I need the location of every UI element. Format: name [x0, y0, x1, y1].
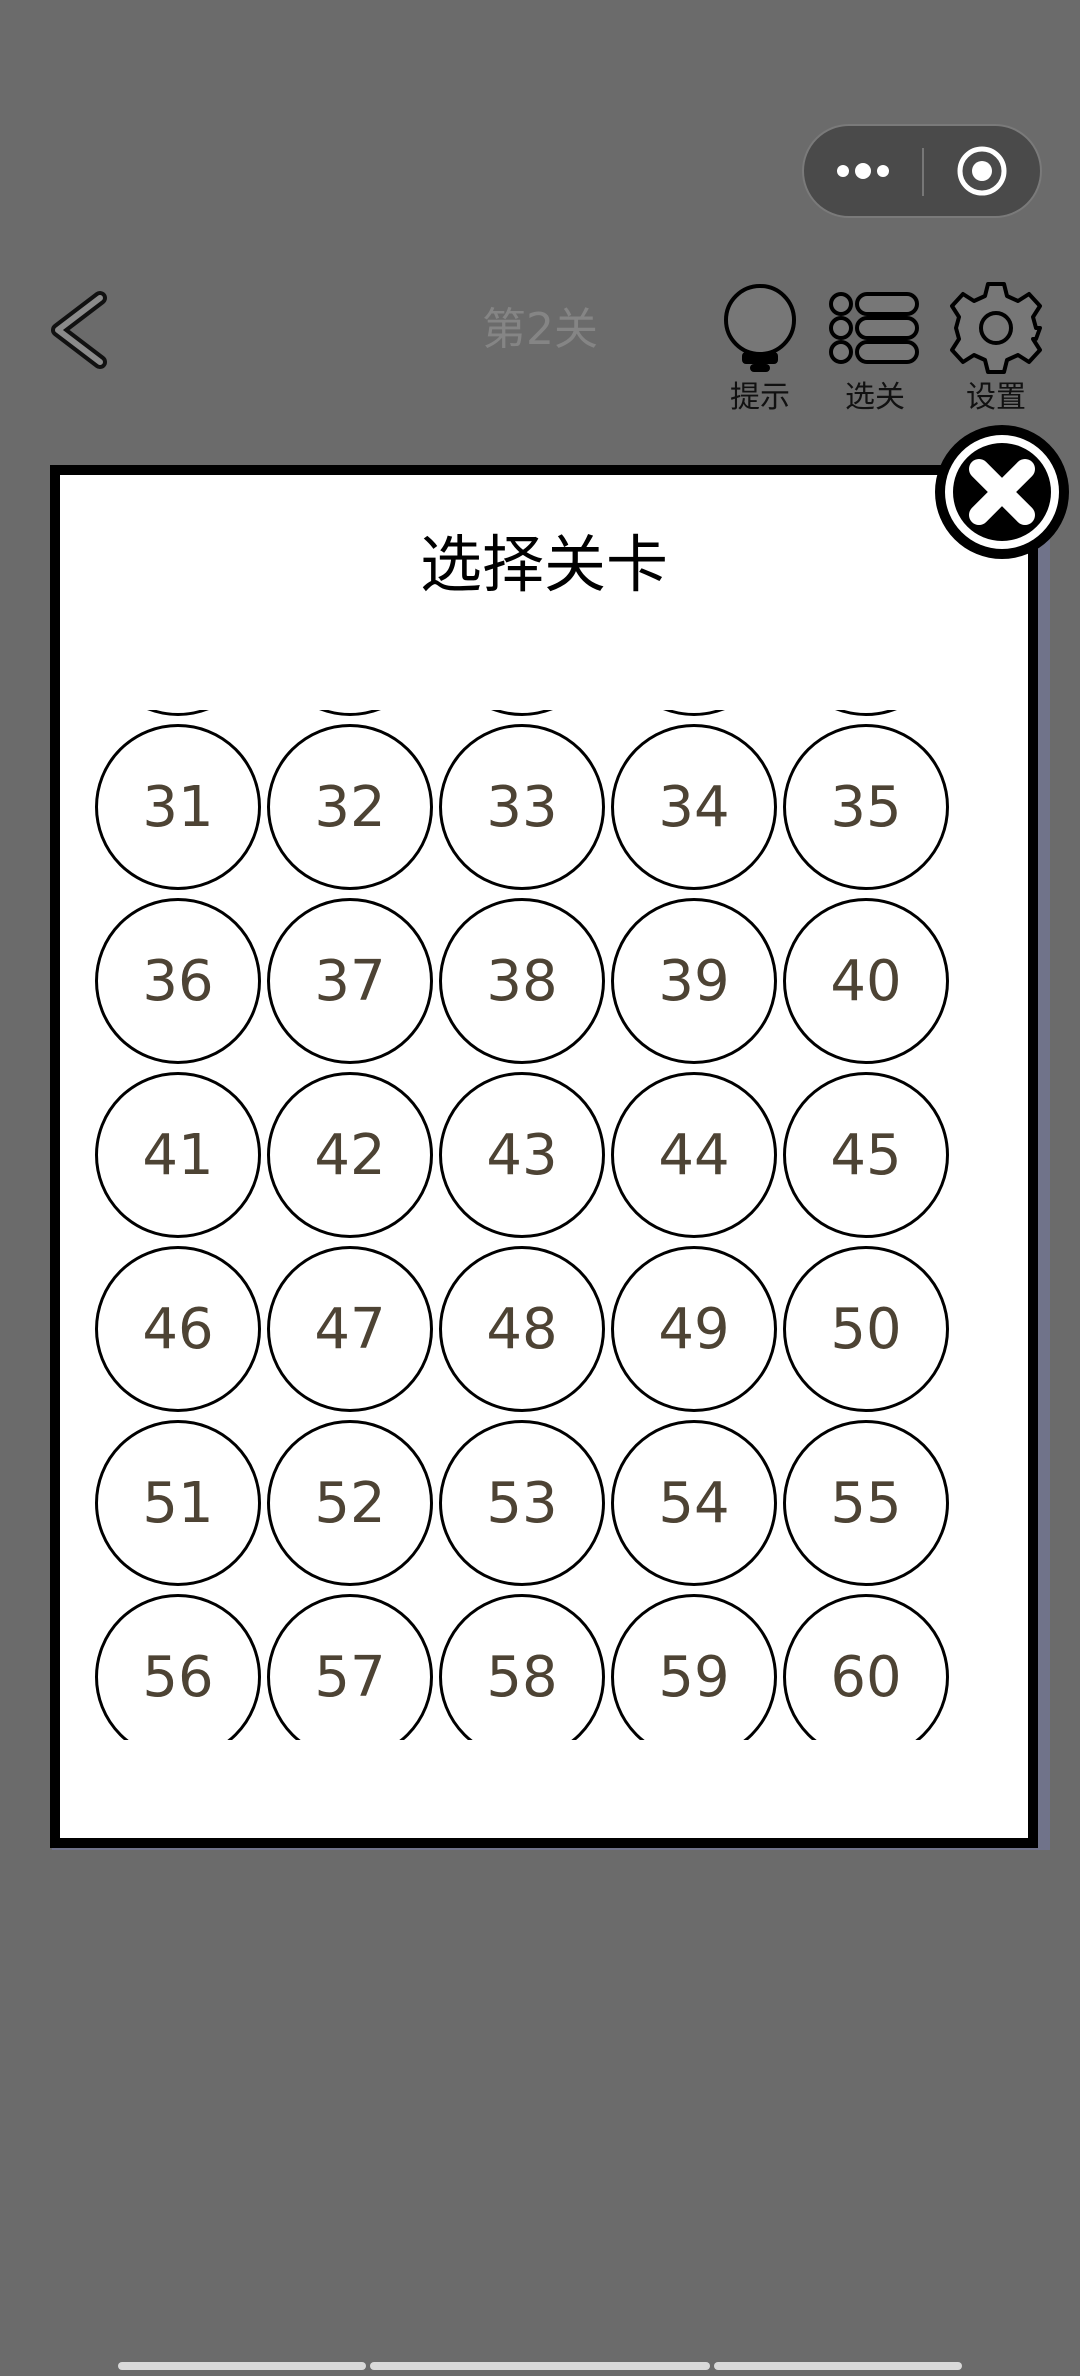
level-button[interactable]: 37 — [267, 898, 433, 1064]
gear-icon — [950, 282, 1042, 374]
level-button[interactable]: 55 — [783, 1420, 949, 1586]
level-button[interactable]: 47 — [267, 1246, 433, 1412]
level-button[interactable]: 34 — [611, 724, 777, 890]
level-button[interactable]: 48 — [439, 1246, 605, 1412]
home-indicator — [714, 2362, 962, 2370]
level-button[interactable]: 38 — [439, 898, 605, 1064]
level-button[interactable]: 33 — [439, 724, 605, 890]
level-button[interactable]: 50 — [783, 1246, 949, 1412]
level-button[interactable]: 35 — [783, 724, 949, 890]
level-button[interactable]: 31 — [95, 724, 261, 890]
lightbulb-icon — [724, 284, 796, 372]
dialog-title: 选择关卡 — [419, 528, 668, 601]
level-button[interactable]: 29 — [611, 710, 777, 716]
level-button[interactable]: 46 — [95, 1246, 261, 1412]
close-x-icon — [969, 459, 1035, 525]
close-dialog-button[interactable] — [935, 425, 1069, 559]
home-indicator — [370, 2362, 710, 2370]
level-button[interactable]: 53 — [439, 1420, 605, 1586]
level-grid: 26 27 28 29 30 3132333435 3637383940 4142434445… — [95, 710, 949, 1740]
level-button[interactable]: 32 — [267, 724, 433, 890]
more-dots-icon[interactable] — [804, 126, 922, 216]
level-button[interactable]: 30 — [783, 710, 949, 716]
level-button[interactable]: 56 — [95, 1594, 261, 1740]
target-circle-icon[interactable] — [924, 126, 1040, 216]
back-button[interactable] — [40, 280, 120, 380]
level-button[interactable]: 49 — [611, 1246, 777, 1412]
level-button[interactable]: 57 — [267, 1594, 433, 1740]
settings-label: 设置 — [966, 380, 1026, 415]
level-button[interactable]: 40 — [783, 898, 949, 1064]
list-icon — [829, 292, 919, 364]
level-button[interactable]: 26 — [95, 710, 261, 716]
chevron-left-icon — [51, 291, 107, 369]
level-button[interactable]: 52 — [267, 1420, 433, 1586]
level-title: 第2关 — [482, 304, 598, 355]
hint-button[interactable]: 提示 — [700, 280, 820, 420]
level-button[interactable]: 51 — [95, 1420, 261, 1586]
level-button[interactable]: 39 — [611, 898, 777, 1064]
level-button[interactable]: 44 — [611, 1072, 777, 1238]
level-button[interactable]: 58 — [439, 1594, 605, 1740]
level-button[interactable]: 45 — [783, 1072, 949, 1238]
select-level-label: 选关 — [845, 380, 905, 415]
level-button[interactable]: 54 — [611, 1420, 777, 1586]
level-button[interactable]: 43 — [439, 1072, 605, 1238]
level-button[interactable]: 36 — [95, 898, 261, 1064]
level-button[interactable]: 60 — [783, 1594, 949, 1740]
level-button[interactable]: 27 — [267, 710, 433, 716]
select-level-button[interactable]: 选关 — [815, 280, 935, 420]
home-indicator — [118, 2362, 366, 2370]
settings-button[interactable]: 设置 — [936, 280, 1056, 420]
level-button[interactable]: 59 — [611, 1594, 777, 1740]
hint-label: 提示 — [730, 380, 790, 415]
level-button[interactable]: 42 — [267, 1072, 433, 1238]
level-button[interactable]: 28 — [439, 710, 605, 716]
miniprogram-capsule — [802, 124, 1042, 218]
level-button[interactable]: 41 — [95, 1072, 261, 1238]
level-grid-viewport[interactable]: 26 27 28 29 30 3132333435 3637383940 4142434445… — [95, 710, 975, 1740]
